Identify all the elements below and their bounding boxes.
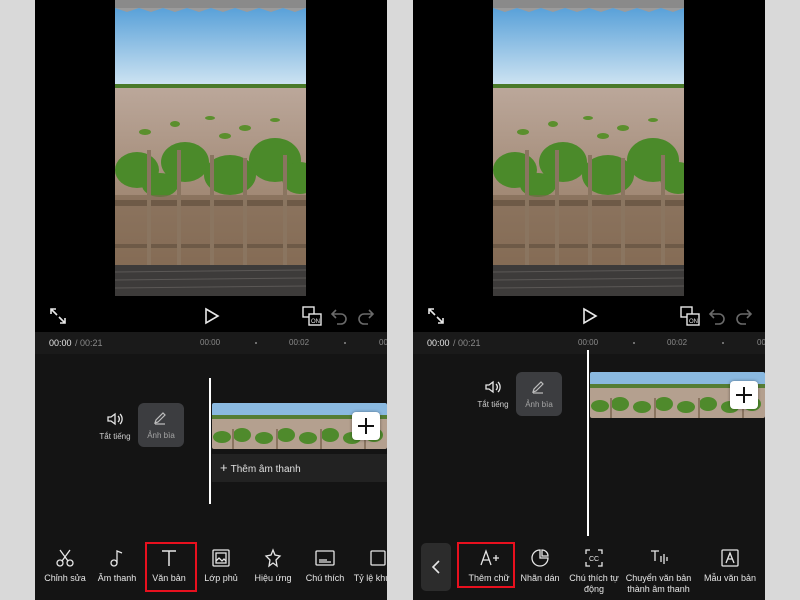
total-time: / 00:21 (453, 338, 481, 348)
caption-icon (315, 550, 335, 566)
svg-text:ON: ON (689, 319, 698, 325)
svg-text:CC: CC (589, 556, 599, 563)
tool-label: Lớp phủ (204, 573, 238, 583)
fullscreen-icon[interactable] (47, 305, 69, 327)
tool-label: Chỉnh sửa (44, 573, 86, 583)
tick-dot (255, 342, 257, 344)
right-editor-panel: ON 00:00 / 00:21 00:00 00:02 00 Tắt tiến… (413, 0, 765, 600)
cover-button[interactable]: Ảnh bìa (516, 372, 562, 416)
effects-star-icon (264, 548, 282, 568)
speaker-icon (107, 412, 123, 426)
tool-label: Tỷ lệ khung (353, 573, 387, 583)
video-preview (35, 0, 387, 300)
back-button[interactable] (421, 543, 451, 591)
current-time: 00:00 (427, 338, 450, 348)
video-frame (115, 0, 306, 296)
timeline-ruler: 00:00 / 00:21 00:00 00:02 00 (413, 332, 765, 354)
add-clip-button[interactable] (352, 412, 380, 440)
tool-auto-caption[interactable]: CC Chú thích tự động (564, 548, 624, 595)
tick-label: 00:00 (578, 338, 599, 347)
video-frame (493, 0, 684, 296)
undo-icon[interactable] (706, 305, 728, 327)
tick-dot (344, 342, 346, 344)
overlay-icon (212, 549, 230, 567)
tool-label: Nhãn dán (520, 573, 560, 583)
svg-text:ON: ON (311, 319, 320, 325)
tool-edit[interactable]: Chỉnh sửa (35, 548, 95, 584)
play-icon[interactable] (200, 305, 222, 327)
current-time: 00:00 (49, 338, 72, 348)
playhead[interactable] (209, 378, 211, 504)
scissors-icon (56, 549, 74, 567)
text-to-speech-icon (650, 550, 668, 564)
timeline-ruler: 00:00 / 00:21 00:00 00:02 00 (35, 332, 387, 354)
playhead[interactable] (587, 350, 589, 536)
highlight-box (457, 542, 515, 588)
highlight-box (145, 542, 197, 592)
auto-caption-icon: CC (585, 549, 603, 567)
pencil-icon (154, 412, 166, 425)
mute-audio-button[interactable]: Tắt tiếng (463, 378, 523, 409)
crop-on-icon[interactable]: ON (679, 305, 701, 327)
tool-label: Chú thích (305, 573, 345, 583)
cover-label: Ảnh bìa (147, 431, 175, 440)
mute-audio-button[interactable]: Tắt tiếng (85, 410, 145, 441)
redo-icon[interactable] (355, 305, 377, 327)
sticker-icon (531, 549, 549, 567)
cover-button[interactable]: Ảnh bìa (138, 403, 184, 447)
mute-label: Tắt tiếng (99, 432, 131, 441)
redo-icon[interactable] (733, 305, 755, 327)
fullscreen-icon[interactable] (425, 305, 447, 327)
left-editor-panel: ON 00:00 / 00:21 00:00 00:02 00 Tắt tiến… (35, 0, 387, 600)
ratio-icon (370, 550, 386, 566)
tool-label: Mẫu văn bản (703, 573, 757, 583)
tick-label: 00:00 (200, 338, 221, 347)
cover-label: Ảnh bìa (525, 400, 553, 409)
tick-dot (722, 342, 724, 344)
tool-ratio[interactable]: Tỷ lệ khung (347, 548, 387, 584)
tool-label: Âm thanh (97, 573, 137, 583)
add-audio-label: Thêm âm thanh (230, 464, 301, 475)
tick-label: 00:02 (667, 338, 688, 347)
video-preview (413, 0, 765, 300)
play-icon[interactable] (578, 305, 600, 327)
tool-overlay[interactable]: Lớp phủ (191, 548, 251, 584)
tool-label: Hiệu ứng (254, 573, 292, 583)
tick-label: 00 (379, 338, 387, 347)
speaker-icon (485, 380, 501, 394)
crop-on-icon[interactable]: ON (301, 305, 323, 327)
add-audio-track[interactable]: + Thêm âm thanh (212, 454, 387, 482)
tool-text-to-speech[interactable]: Chuyển văn bản thành âm thanh (621, 548, 696, 595)
tool-text-template[interactable]: Mẫu văn bản (697, 548, 763, 584)
timeline-tracks: Tắt tiếng Ảnh bìa (35, 354, 387, 536)
tool-effects[interactable]: Hiệu ứng (243, 548, 303, 584)
bottom-toolbar: Thêm chữ Nhãn dán CC Chú thích tự động C… (413, 536, 765, 600)
preview-controls: ON (413, 300, 765, 332)
tick-label: 00:02 (289, 338, 310, 347)
tool-sticker[interactable]: Nhãn dán (510, 548, 570, 584)
pencil-icon (532, 381, 544, 394)
bottom-toolbar: Chỉnh sửa Âm thanh Văn bản Lớp phủ Hiệu … (35, 536, 387, 600)
tick-label: 00 (757, 338, 765, 347)
tool-caption[interactable]: Chú thích (295, 548, 355, 584)
text-template-icon (721, 549, 739, 567)
tool-audio[interactable]: Âm thanh (87, 548, 147, 584)
plus-icon: + (220, 460, 228, 475)
tool-label: Chuyển văn bản thành âm thanh (625, 573, 692, 594)
tool-label: Chú thích tự động (569, 573, 619, 594)
total-time: / 00:21 (75, 338, 103, 348)
chevron-left-icon (431, 560, 440, 574)
mute-label: Tắt tiếng (477, 400, 509, 409)
music-note-icon (110, 550, 123, 567)
preview-controls: ON (35, 300, 387, 332)
tick-dot (633, 342, 635, 344)
undo-icon[interactable] (328, 305, 350, 327)
timeline-tracks: Tắt tiếng Ảnh bìa (413, 350, 765, 536)
add-clip-button[interactable] (730, 381, 758, 409)
